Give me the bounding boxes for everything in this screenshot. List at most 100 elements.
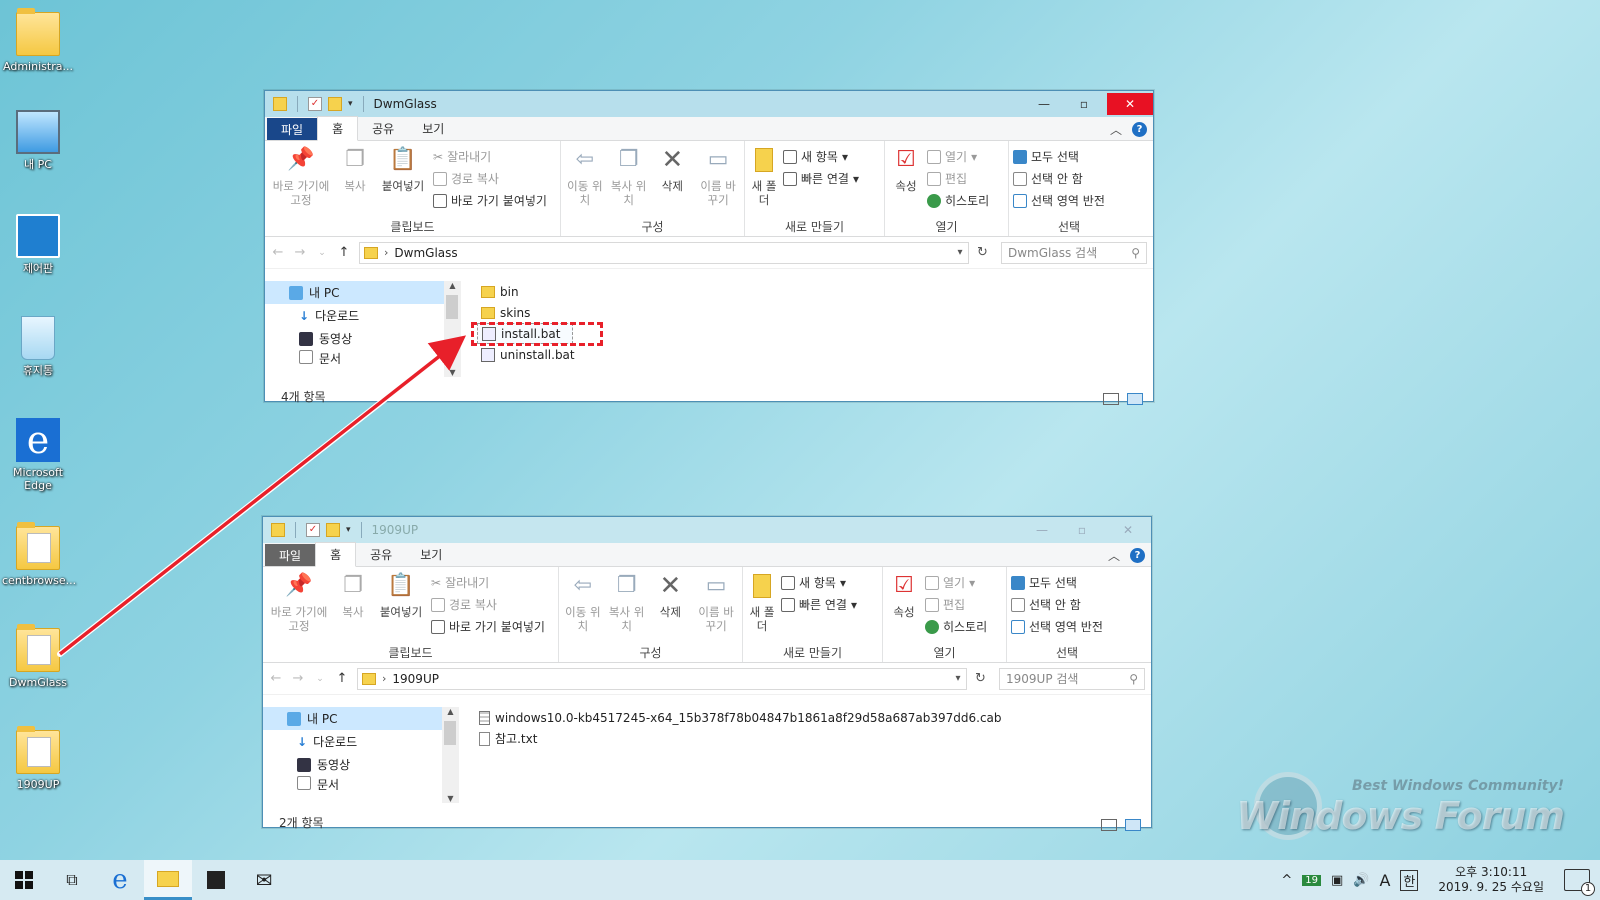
history-button[interactable]: 히스토리	[927, 191, 989, 210]
select-all-button[interactable]: 모두 선택	[1013, 147, 1105, 166]
start-button[interactable]	[0, 860, 48, 900]
scrollbar-thumb[interactable]	[446, 295, 458, 319]
tab-share[interactable]: 공유	[356, 543, 406, 566]
select-all-button[interactable]: 모두 선택	[1011, 573, 1103, 592]
paste-shortcut-button[interactable]: 바로 가기 붙여넣기	[433, 191, 547, 210]
desktop-icon-1909up[interactable]: 1909UP	[2, 726, 74, 791]
invert-selection-button[interactable]: 선택 영역 반전	[1011, 617, 1103, 636]
chevron-down-icon[interactable]: ▾	[950, 673, 966, 684]
properties-icon[interactable]: ✓	[308, 97, 322, 111]
rename-button[interactable]: ▭ 이름 바꾸기	[694, 571, 738, 644]
scroll-up-icon[interactable]: ▲	[442, 707, 459, 716]
cut-button[interactable]: ✂ 잘라내기	[433, 147, 547, 166]
scroll-down-icon[interactable]: ▼	[442, 794, 459, 803]
cut-button[interactable]: ✂ 잘라내기	[431, 573, 545, 592]
details-view-icon[interactable]	[1103, 393, 1119, 405]
nav-scrollbar[interactable]: ▲ ▼	[444, 281, 461, 377]
open-button[interactable]: 열기 ▾	[927, 147, 989, 166]
properties-icon[interactable]: ✓	[306, 523, 320, 537]
new-folder-button[interactable]: 새 폴더	[749, 145, 779, 218]
large-icons-view-icon[interactable]	[1127, 393, 1143, 405]
new-folder-icon[interactable]	[326, 523, 340, 537]
recent-locations-icon[interactable]: ⌄	[315, 248, 329, 258]
nav-item-downloads[interactable]: ↓ 다운로드	[265, 304, 461, 327]
back-icon[interactable]: ←	[269, 671, 283, 686]
details-view-icon[interactable]	[1101, 819, 1117, 831]
tab-view[interactable]: 보기	[406, 543, 456, 566]
new-item-button[interactable]: 새 항목 ▾	[781, 573, 857, 592]
properties-button[interactable]: ☑ 속성	[887, 571, 921, 644]
chevron-right-icon[interactable]: ›	[382, 672, 386, 685]
nav-item-my-pc[interactable]: 내 PC	[263, 707, 459, 730]
scrollbar-thumb[interactable]	[444, 721, 456, 745]
edit-button[interactable]: 편집	[925, 595, 987, 614]
pin-to-quick-access-button[interactable]: 📌 바로 가기에 고정	[269, 145, 333, 218]
taskbar-file-explorer-button[interactable]	[144, 860, 192, 900]
desktop-icon-edge[interactable]: e Microsoft Edge	[2, 418, 74, 492]
help-icon[interactable]: ?	[1132, 122, 1147, 137]
paste-shortcut-button[interactable]: 바로 가기 붙여넣기	[431, 617, 545, 636]
desktop-icon-dwmglass[interactable]: DwmGlass	[2, 624, 74, 689]
show-hidden-icons-icon[interactable]: ^	[1281, 873, 1292, 888]
customize-quick-access-icon[interactable]: ▾	[346, 525, 351, 535]
nav-item-documents[interactable]: 문서	[265, 350, 461, 364]
copy-to-button[interactable]: ❐ 복사 위치	[609, 145, 649, 218]
title-bar[interactable]: ✓ ▾ DwmGlass — ▫ ✕	[265, 91, 1153, 117]
forward-icon[interactable]: →	[293, 245, 307, 260]
minimize-button[interactable]: —	[1027, 93, 1061, 115]
action-center-icon[interactable]: 1	[1564, 869, 1595, 896]
maximize-button[interactable]: ▫	[1065, 519, 1099, 541]
chevron-down-icon[interactable]: ▾	[952, 247, 968, 258]
list-item[interactable]: bin	[477, 281, 1153, 302]
scroll-up-icon[interactable]: ▲	[444, 281, 461, 290]
open-button[interactable]: 열기 ▾	[925, 573, 987, 592]
tab-share[interactable]: 공유	[358, 117, 408, 140]
select-none-button[interactable]: 선택 안 함	[1011, 595, 1103, 614]
collapse-ribbon-icon[interactable]: ︿	[1110, 121, 1122, 138]
nav-item-downloads[interactable]: ↓ 다운로드	[263, 730, 459, 753]
search-input[interactable]: DwmGlass 검색 ⚲	[1001, 241, 1147, 264]
clock[interactable]: 오후 3:10:11 2019. 9. 25 수요일	[1428, 865, 1554, 895]
customize-quick-access-icon[interactable]: ▾	[348, 99, 353, 109]
copy-button[interactable]: ❐ 복사	[335, 571, 371, 644]
nav-scrollbar[interactable]: ▲ ▼	[442, 707, 459, 803]
rename-button[interactable]: ▭ 이름 바꾸기	[696, 145, 740, 218]
pin-to-quick-access-button[interactable]: 📌 바로 가기에 고정	[267, 571, 331, 644]
desktop-icon-centbrowser[interactable]: centbrowse...	[2, 522, 76, 587]
address-field[interactable]: › DwmGlass ▾	[359, 241, 969, 264]
taskbar-store-button[interactable]	[192, 860, 240, 900]
close-button[interactable]: ✕	[1107, 93, 1153, 115]
collapse-ribbon-icon[interactable]: ︿	[1108, 547, 1120, 564]
delete-button[interactable]: ✕ 삭제	[651, 571, 691, 644]
refresh-icon[interactable]: ↻	[977, 245, 993, 260]
move-to-button[interactable]: ⇦ 이동 위치	[565, 145, 605, 218]
title-bar[interactable]: ✓ ▾ 1909UP — ▫ ✕	[263, 517, 1151, 543]
new-folder-icon[interactable]	[328, 97, 342, 111]
copy-button[interactable]: ❐ 복사	[337, 145, 373, 218]
edit-button[interactable]: 편집	[927, 169, 989, 188]
up-icon[interactable]: ↑	[337, 245, 351, 260]
tab-file[interactable]: 파일	[265, 544, 316, 566]
back-icon[interactable]: ←	[271, 245, 285, 260]
tab-home[interactable]: 홈	[315, 542, 357, 567]
desktop-icon-administrator[interactable]: Administra...	[2, 8, 74, 73]
scroll-down-icon[interactable]: ▼	[444, 368, 461, 377]
tray-app-badge[interactable]: 19	[1302, 874, 1321, 886]
tab-file[interactable]: 파일	[267, 118, 318, 140]
easy-access-button[interactable]: 빠른 연결 ▾	[781, 595, 857, 614]
new-item-button[interactable]: 새 항목 ▾	[783, 147, 859, 166]
list-item[interactable]: uninstall.bat	[477, 344, 1153, 365]
ime-mode-indicator[interactable]: A	[1379, 871, 1390, 890]
list-item[interactable]: windows10.0-kb4517245-x64_15b378f78b0484…	[475, 707, 1151, 728]
taskbar-mail-button[interactable]: ✉	[240, 860, 288, 900]
tab-view[interactable]: 보기	[408, 117, 458, 140]
refresh-icon[interactable]: ↻	[975, 671, 991, 686]
large-icons-view-icon[interactable]	[1125, 819, 1141, 831]
tab-home[interactable]: 홈	[317, 116, 359, 141]
new-folder-button[interactable]: 새 폴더	[747, 571, 777, 644]
nav-item-documents[interactable]: 문서	[263, 776, 459, 790]
recent-locations-icon[interactable]: ⌄	[313, 674, 327, 684]
select-none-button[interactable]: 선택 안 함	[1013, 169, 1105, 188]
properties-button[interactable]: ☑ 속성	[889, 145, 923, 218]
desktop-icon-my-pc[interactable]: 내 PC	[2, 110, 74, 171]
